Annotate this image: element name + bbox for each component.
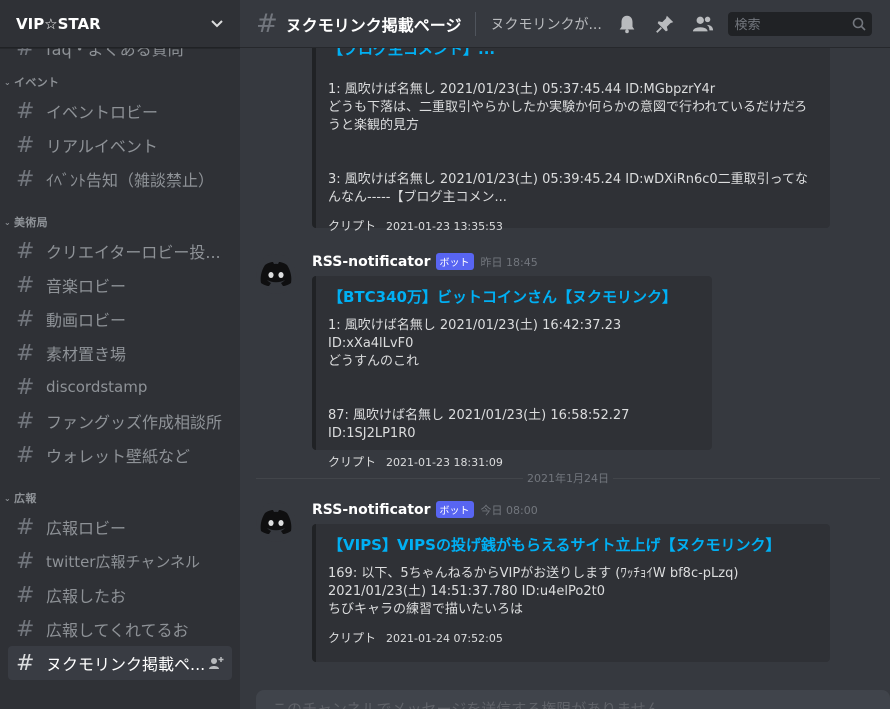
message-timestamp: 今日 08:00 <box>480 503 538 517</box>
search-input[interactable]: 検索 <box>728 11 873 36</box>
sidebar-channel[interactable]: # イベントロビー <box>8 94 232 128</box>
member-list-icon[interactable] <box>692 13 714 35</box>
embed-description: 169: 以下、5ちゃんねるからVIPがお送りします (ﾜｯﾁｮｲW bf8c-… <box>328 566 739 617</box>
message-timestamp: 昨日 18:45 <box>480 255 538 269</box>
sidebar-channel[interactable]: # 広報してくれてるお <box>8 612 232 646</box>
category-event[interactable]: ⌄ イベント <box>0 70 240 94</box>
sidebar-channel[interactable]: # クリエイターロビー投... <box>8 234 232 268</box>
sidebar-channel[interactable]: # リアルイベント <box>8 128 232 162</box>
hash-icon: # <box>16 238 35 264</box>
channel-sidebar: VIP☆STAR # faq・よくある質問 ⌄ イベント # イベントロビー # リ… <box>0 0 240 709</box>
hash-icon: # <box>16 514 35 540</box>
rss-embed: 【ブログ主コメント】... 1: 風吹けば名無し 2021/01/23(土) 0… <box>312 48 830 233</box>
sidebar-channel[interactable]: # 音楽ロビー <box>8 268 232 302</box>
bot-badge: ボット <box>435 253 474 270</box>
bot-badge: ボット <box>435 501 474 518</box>
embed-description: 1: 風吹けば名無し 2021/01/23(土) 16:42:37.23 ID:… <box>328 318 630 441</box>
category-chevron-icon: ⌄ <box>4 493 12 503</box>
hash-icon: # <box>16 272 35 298</box>
chevron-down-icon <box>211 19 223 27</box>
server-name: VIP☆STAR <box>16 14 101 33</box>
search-icon <box>853 17 867 31</box>
channel-header: # ヌクモリンク掲載ページ ヌクモリンクが... 検索 <box>240 0 890 48</box>
embed-footer: クリプト 2021-01-24 07:52:05 <box>328 631 503 645</box>
sidebar-channel[interactable]: # 素材置き場 <box>8 336 232 370</box>
hash-icon: # <box>16 650 35 676</box>
sidebar-channel[interactable]: # ファングッズ作成相談所 <box>8 404 232 438</box>
embed-title[interactable]: 【BTC340万】ビットコインさん【ヌクモリンク】 <box>328 286 696 307</box>
message-list[interactable]: 【ブログ主コメント】... 1: 風吹けば名無し 2021/01/23(土) 0… <box>240 48 890 709</box>
author-name[interactable]: RSS-notificator <box>312 502 431 518</box>
channel-topic[interactable]: ヌクモリンクが... <box>490 14 602 34</box>
author-name[interactable]: RSS-notificator <box>312 254 431 270</box>
pin-icon[interactable] <box>654 13 676 35</box>
header-icons <box>616 13 714 35</box>
channel-list[interactable]: # faq・よくある質問 ⌄ イベント # イベントロビー # リアルイベント # ｲ… <box>0 30 240 680</box>
sidebar-channel[interactable]: # twitter広報チャンネル <box>8 544 232 578</box>
hash-icon: # <box>16 374 35 400</box>
sidebar-channel[interactable]: # 広報したお <box>8 578 232 612</box>
hash-icon: # <box>16 548 35 574</box>
message-header: RSS-notificator ボット 今日 08:00 <box>312 501 538 518</box>
sidebar-channel[interactable]: # ｲﾍﾞﾝﾄ告知（雑談禁止） <box>8 162 232 196</box>
embed-footer: クリプト 2021-01-23 18:31:09 <box>328 455 503 469</box>
avatar[interactable] <box>256 254 296 294</box>
hash-icon: # <box>16 166 35 192</box>
sidebar-channel[interactable]: # 広報ロビー <box>8 510 232 544</box>
sidebar-channel[interactable]: # ウォレット壁紙など <box>8 438 232 472</box>
server-header[interactable]: VIP☆STAR <box>0 0 240 48</box>
discord-logo-icon <box>260 510 292 534</box>
category-pr[interactable]: ⌄ 広報 <box>0 486 240 510</box>
embed-title[interactable]: 【VIPS】VIPSの投げ銭がもらえるサイト立上げ【ヌクモリンク】 <box>328 534 814 555</box>
channel-hash-icon: # <box>256 8 278 39</box>
category-chevron-icon: ⌄ <box>4 217 12 227</box>
sidebar-channel[interactable]: # 動画ロビー <box>8 302 232 336</box>
hash-icon: # <box>16 98 35 124</box>
hash-icon: # <box>16 306 35 332</box>
message-header: RSS-notificator ボット 昨日 18:45 <box>312 253 538 270</box>
hash-icon: # <box>16 582 35 608</box>
rss-embed: 【BTC340万】ビットコインさん【ヌクモリンク】 1: 風吹けば名無し 202… <box>312 276 712 469</box>
embed-description: 1: 風吹けば名無し 2021/01/23(土) 05:37:45.44 ID:… <box>328 82 809 205</box>
discord-logo-icon <box>260 262 292 286</box>
sidebar-channel[interactable]: # discordstamp <box>8 370 232 404</box>
rss-embed: 【VIPS】VIPSの投げ銭がもらえるサイト立上げ【ヌクモリンク】 169: 以… <box>312 524 830 662</box>
embed-title[interactable]: 【ブログ主コメント】... <box>328 48 814 59</box>
hash-icon: # <box>16 408 35 434</box>
category-chevron-icon: ⌄ <box>4 77 12 87</box>
message-input-disabled: このチャンネルでメッセージを送信する権限がありません <box>256 690 890 709</box>
hash-icon: # <box>16 616 35 642</box>
embed-footer: クリプト 2021-01-23 13:35:53 <box>328 219 503 233</box>
hash-icon: # <box>16 442 35 468</box>
bell-icon[interactable] <box>616 13 638 35</box>
category-art[interactable]: ⌄ 美術局 <box>0 210 240 234</box>
date-divider: 2021年1月24日 <box>256 470 880 486</box>
sidebar-channel-active[interactable]: # ヌクモリンク掲載ペ... <box>8 646 232 680</box>
channel-title: ヌクモリンク掲載ページ <box>285 15 462 35</box>
hash-icon: # <box>16 132 35 158</box>
hash-icon: # <box>16 340 35 366</box>
header-divider <box>475 11 477 36</box>
avatar[interactable] <box>256 502 296 542</box>
invite-member-icon[interactable] <box>208 655 224 671</box>
